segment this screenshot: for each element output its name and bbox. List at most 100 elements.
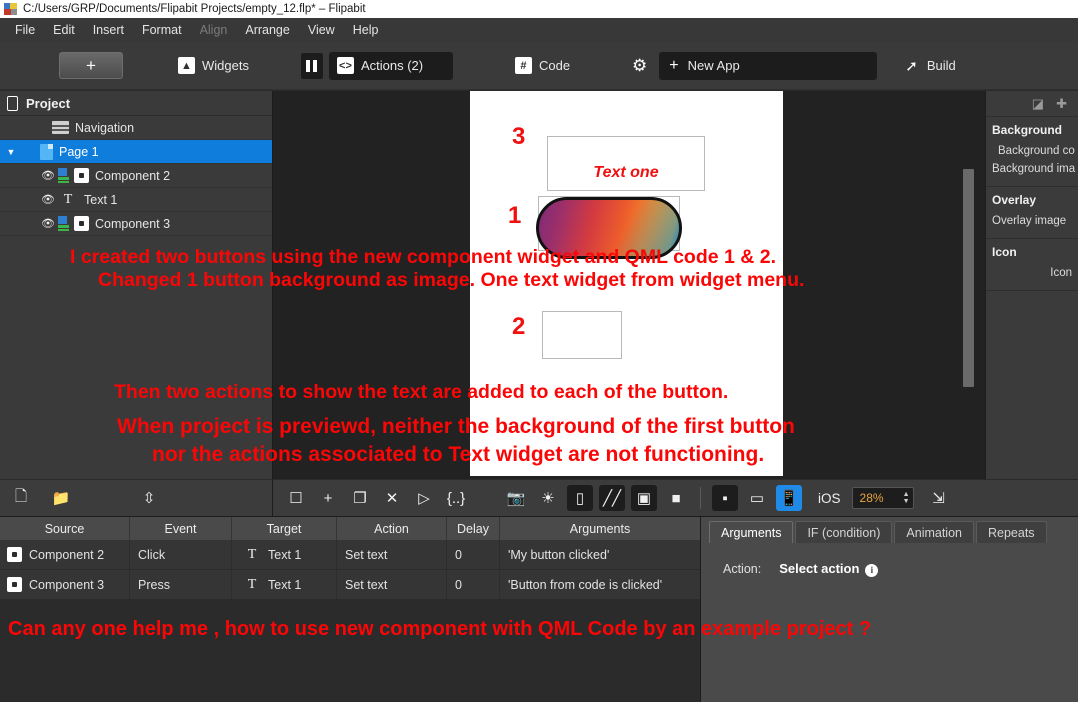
- project-panel-title: Project: [26, 95, 71, 111]
- screenshot-icon[interactable]: 📷: [503, 485, 529, 511]
- menu-file[interactable]: File: [6, 20, 44, 40]
- move-icon[interactable]: ✚: [1056, 96, 1067, 112]
- eye-icon[interactable]: 👁: [38, 193, 58, 206]
- column-delay[interactable]: Delay: [447, 517, 500, 540]
- pause-icon[interactable]: [300, 52, 323, 79]
- new-app-button[interactable]: + New App: [659, 51, 878, 80]
- section-title: Background: [992, 123, 1063, 137]
- build-button[interactable]: ➚ Build: [905, 57, 956, 75]
- tree-item-page-1[interactable]: ▼ Page 1: [0, 140, 272, 164]
- build-label: Build: [926, 58, 956, 73]
- table-row[interactable]: Component 2 Click T Text 1 Set text 0 'M…: [0, 540, 700, 570]
- duplicate-icon[interactable]: ❐: [347, 485, 373, 511]
- cell-event: Click: [130, 540, 232, 569]
- code-brackets-icon: <>: [336, 57, 354, 74]
- magnet-icon[interactable]: ■: [663, 485, 689, 511]
- platform-label: iOS: [818, 490, 841, 506]
- hammer-icon: ➚: [905, 57, 918, 75]
- table-row[interactable]: Component 3 Press T Text 1 Set text 0 'B…: [0, 570, 700, 600]
- delete-icon[interactable]: ✕: [379, 485, 405, 511]
- annotation-line-4: When project is previewd, neither the ba…: [117, 415, 795, 438]
- add-button[interactable]: +: [59, 52, 123, 79]
- menu-format[interactable]: Format: [133, 20, 191, 40]
- menu-insert[interactable]: Insert: [84, 20, 133, 40]
- new-file-icon[interactable]: 🗋: [8, 485, 34, 511]
- tree-item-component-2[interactable]: 👁 Component 2: [0, 164, 272, 188]
- text-widget-1[interactable]: Text one: [547, 136, 705, 191]
- menu-view[interactable]: View: [299, 20, 344, 40]
- text-icon: T: [247, 576, 257, 592]
- new-folder-icon[interactable]: 📁: [48, 485, 74, 511]
- project-panel-toolbar: 🗋 📁 ⇳: [0, 479, 273, 516]
- image-icon: ▲: [178, 57, 195, 74]
- tree-item-component-3[interactable]: 👁 Component 3: [0, 212, 272, 236]
- canvas-vertical-scrollbar[interactable]: [963, 169, 974, 387]
- tree-item-navigation[interactable]: Navigation: [0, 116, 272, 140]
- tab-arguments[interactable]: Arguments: [709, 521, 794, 543]
- gear-icon[interactable]: ⚙: [632, 56, 647, 76]
- cell-action: Set text: [337, 540, 447, 569]
- prop-background-image[interactable]: Background ima: [986, 160, 1078, 178]
- device-landscape-icon[interactable]: ▭: [744, 485, 770, 511]
- action-select[interactable]: Select action i: [779, 561, 879, 577]
- actions-table: Source Event Target Action Delay Argumen…: [0, 516, 700, 702]
- column-event[interactable]: Event: [130, 517, 232, 540]
- brightness-icon[interactable]: ☀: [535, 485, 561, 511]
- split-vertical-icon[interactable]: ⇳: [136, 485, 162, 511]
- cell-target: T Text 1: [232, 570, 337, 599]
- tree-item-text-1[interactable]: 👁 T Text 1: [0, 188, 272, 212]
- phone-portrait-icon[interactable]: ▯: [567, 485, 593, 511]
- column-target[interactable]: Target: [232, 517, 337, 540]
- column-arguments[interactable]: Arguments: [500, 517, 700, 540]
- cube-icon[interactable]: ◪: [1032, 96, 1044, 112]
- cell-delay: 0: [447, 570, 500, 599]
- info-icon[interactable]: i: [865, 563, 879, 577]
- fit-screen-icon[interactable]: ⇲: [926, 485, 952, 511]
- column-action[interactable]: Action: [337, 517, 447, 540]
- menu-help[interactable]: Help: [344, 20, 388, 40]
- prop-background-color[interactable]: Background co: [986, 142, 1078, 160]
- pattern-icon[interactable]: ╱╱: [599, 485, 625, 511]
- cell-arguments: 'My button clicked': [508, 547, 610, 562]
- tab-animation[interactable]: Animation: [894, 521, 974, 543]
- tree-item-label: Text 1: [84, 192, 118, 207]
- annotation-line-6: Can any one help me , how to use new com…: [8, 618, 872, 640]
- add-icon[interactable]: +: [315, 485, 341, 511]
- page-icon[interactable]: ☐: [283, 485, 309, 511]
- actions-button[interactable]: <> Actions (2): [328, 51, 453, 80]
- device-dot-icon[interactable]: ▪: [712, 485, 738, 511]
- cell-action: Set text: [337, 570, 447, 599]
- code-snippet-icon[interactable]: {..}: [443, 485, 469, 511]
- play-box-icon[interactable]: ▷: [411, 485, 437, 511]
- tree-item-label: Component 2: [95, 168, 171, 183]
- zoom-stepper[interactable]: ▲ ▼: [903, 491, 910, 505]
- action-label: Action:: [723, 561, 762, 576]
- device-multi-icon[interactable]: 📱: [776, 485, 802, 511]
- column-source[interactable]: Source: [0, 517, 130, 540]
- menu-edit[interactable]: Edit: [44, 20, 84, 40]
- eye-icon[interactable]: 👁: [38, 169, 58, 182]
- prop-overlay-image[interactable]: Overlay image: [986, 212, 1078, 230]
- action-select-value: Select action: [779, 561, 860, 576]
- selection-icon[interactable]: ▣: [631, 485, 657, 511]
- menu-arrange[interactable]: Arrange: [236, 20, 298, 40]
- eye-icon[interactable]: 👁: [38, 217, 58, 230]
- tree-item-label: Page 1: [59, 144, 99, 159]
- plus-icon: +: [669, 56, 679, 74]
- properties-panel-header: ◪ ✚: [986, 91, 1078, 117]
- component-icon: [58, 168, 71, 183]
- properties-panel: ◪ ✚ Background Background co Background …: [985, 91, 1078, 479]
- hash-grid-icon: #: [514, 57, 532, 74]
- component-3-button[interactable]: [542, 311, 622, 359]
- section-icon: Icon Icon: [986, 239, 1078, 291]
- cell-source: Component 3: [0, 570, 130, 599]
- code-button[interactable]: # Code: [514, 57, 570, 74]
- widgets-button[interactable]: ▲ Widgets: [178, 57, 249, 74]
- tab-if-condition[interactable]: IF (condition): [795, 521, 893, 543]
- section-title: Overlay: [992, 193, 1037, 207]
- tab-repeats[interactable]: Repeats: [976, 521, 1047, 543]
- expand-arrow-icon[interactable]: ▼: [0, 147, 22, 157]
- section-background: Background Background co Background ima: [986, 117, 1078, 187]
- zoom-input[interactable]: 28% ▲ ▼: [851, 487, 914, 509]
- prop-icon[interactable]: Icon: [986, 264, 1078, 282]
